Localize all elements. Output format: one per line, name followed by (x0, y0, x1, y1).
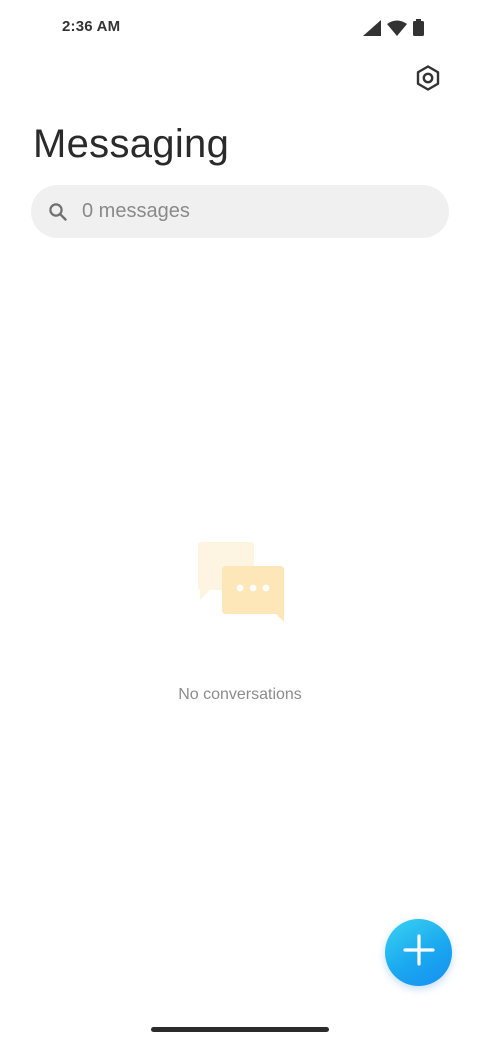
search-bar[interactable]: 0 messages (31, 185, 449, 238)
search-placeholder: 0 messages (82, 200, 190, 222)
status-bar: 2:36 AM (0, 0, 480, 56)
status-icons (363, 19, 424, 36)
new-conversation-button[interactable] (385, 919, 452, 986)
page-title: Messaging (33, 122, 230, 166)
battery-icon (413, 19, 424, 36)
settings-button[interactable] (410, 62, 446, 98)
empty-state-text: No conversations (178, 686, 302, 703)
home-indicator[interactable] (151, 1027, 329, 1032)
search-icon (47, 201, 69, 223)
status-time: 2:36 AM (62, 18, 121, 35)
wifi-icon (387, 20, 407, 36)
empty-state: No conversations (0, 540, 480, 704)
signal-icon (363, 19, 381, 36)
settings-icon (415, 64, 441, 96)
plus-icon (402, 933, 436, 972)
chat-bubbles-icon (192, 540, 288, 630)
